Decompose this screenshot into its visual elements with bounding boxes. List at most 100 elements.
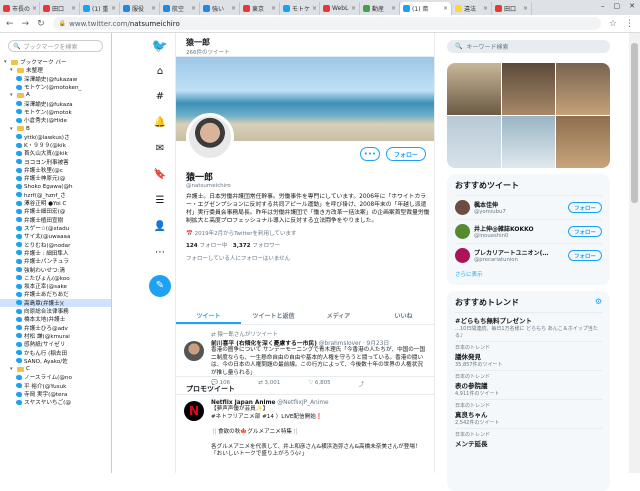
browser-tab[interactable]: (1) 重 × <box>80 2 120 15</box>
bookmark-item[interactable]: Shoko Egawa(@h <box>0 182 111 190</box>
tab-close-icon[interactable]: × <box>523 5 528 12</box>
bookmark-folder[interactable]: ▾ 未整理 <box>0 66 111 74</box>
twitter-search-input[interactable]: 🔍 キーワード検索 <box>447 40 610 53</box>
expand-icon[interactable]: ▾ <box>10 92 15 98</box>
bookmark-item[interactable]: 弁護士神原元(@ <box>0 174 111 182</box>
bookmark-item[interactable]: 弁護士細田宏(@ <box>0 207 111 215</box>
account-name[interactable]: 楓本佳伸 <box>474 200 564 209</box>
tab-media[interactable]: メディア <box>306 309 371 324</box>
bookmark-item[interactable]: 深澤諭史(@fukaza <box>0 99 111 108</box>
account-avatar[interactable] <box>455 200 470 215</box>
media-thumb[interactable] <box>556 116 610 168</box>
bookmarks-icon[interactable]: 🔖 <box>145 169 175 180</box>
bookmark-item[interactable]: 弁護士あだちあだ <box>0 290 111 298</box>
bookmark-item[interactable]: かもん行 (稲去田 <box>0 348 111 357</box>
profile-icon[interactable]: 👤 <box>145 221 175 232</box>
tab-close-icon[interactable]: × <box>483 5 488 12</box>
back-icon[interactable]: ← <box>6 19 14 29</box>
browser-tab[interactable]: 田口 × <box>40 2 80 15</box>
tab-close-icon[interactable]: × <box>151 5 156 12</box>
bookmark-folder[interactable]: ▾ C <box>0 365 111 373</box>
promoted-tweet[interactable]: N Netflix Japan Anime @NetflixJP_Anime 【… <box>176 397 434 459</box>
tab-close-icon[interactable]: × <box>32 5 37 12</box>
minimize-icon[interactable]: – <box>601 2 605 10</box>
bookmark-item[interactable]: 弁護士パンチュラ <box>0 257 111 265</box>
scrollbar-thumb[interactable] <box>631 43 638 203</box>
account-avatar[interactable] <box>455 248 470 263</box>
expand-icon[interactable]: ▾ <box>10 126 15 132</box>
compose-tweet-button[interactable]: ✎ <box>149 275 171 297</box>
bookmark-item[interactable]: こたびょん(@koo <box>0 274 111 282</box>
trend-item[interactable]: 日本のトレンド 表の参院議 4,911件のツイート <box>455 370 602 399</box>
bookmark-item[interactable]: スヤスヤいちご(@ <box>0 398 111 406</box>
bookmark-item[interactable]: 弁護士ひろ@adv <box>0 324 111 332</box>
bookmark-item[interactable]: 弁護士秋里(@c <box>0 166 111 174</box>
tab-close-icon[interactable]: × <box>111 5 116 12</box>
expand-icon[interactable]: ▾ <box>10 67 15 73</box>
browser-tab[interactable]: 航空 × <box>160 2 200 15</box>
browser-tab[interactable]: 違法 × <box>452 2 492 15</box>
media-thumb[interactable] <box>447 116 501 168</box>
follow-account-button[interactable]: フォロー <box>567 250 602 261</box>
followers-label[interactable]: フォロワー <box>252 243 280 249</box>
browser-tab[interactable]: (1) 斎 × <box>400 2 452 15</box>
bookmark-item[interactable]: 橋本太地(弁護士 <box>0 315 111 323</box>
notifications-icon[interactable]: 🔔 <box>145 117 175 128</box>
url-field[interactable]: 🔒 www.twitter.com/ natsumeichiro <box>52 17 601 30</box>
browser-tab[interactable]: モトケ × <box>280 2 320 15</box>
bookmark-item[interactable]: 坂本正幸(@sake <box>0 282 111 290</box>
bookmark-item[interactable]: モトケン(@motoken_ <box>0 83 111 91</box>
tab-close-icon[interactable]: × <box>191 5 196 12</box>
media-thumb[interactable] <box>501 63 556 115</box>
forward-icon[interactable]: → <box>22 19 30 29</box>
bookmark-folder[interactable]: ▾ A <box>0 91 111 99</box>
browser-tab[interactable]: 東京 × <box>240 2 280 15</box>
bookmark-item[interactable]: 澤谷正明 ●Yoi C <box>0 199 111 207</box>
tab-tweets[interactable]: ツイート <box>176 309 241 324</box>
trend-item[interactable]: 日本のトレンド 議休発見 35,857件のツイート <box>455 341 602 370</box>
bookmark-item[interactable]: 高島章(弁護士)( <box>0 298 111 307</box>
expand-icon[interactable]: ▾ <box>4 59 9 65</box>
maximize-icon[interactable]: ▢ <box>614 2 621 10</box>
bookmark-item[interactable]: 感熱紙(サイゼリ <box>0 340 111 348</box>
bookmark-item[interactable]: yttk(@lawkus)さ <box>0 133 111 141</box>
bookmark-item[interactable]: 弁護士 : 細田隼人 <box>0 249 111 257</box>
bookmark-item[interactable]: モトケン(@motok <box>0 108 111 116</box>
follow-account-button[interactable]: フォロー <box>567 226 602 237</box>
tab-close-icon[interactable]: × <box>443 5 448 12</box>
menu-icon[interactable]: ⋮ <box>625 19 634 29</box>
bookmark-item[interactable]: 寺岡 実宇(@tera <box>0 390 111 398</box>
trend-item[interactable]: #どらもち無料プレゼント …10日間連続、毎日1万名様に どらもち あんこ＆ホイッ… <box>455 312 602 341</box>
account-name[interactable]: 井上伸@雑誌KOKKO <box>474 224 564 233</box>
tab-close-icon[interactable]: × <box>391 5 396 12</box>
tab-close-icon[interactable]: × <box>312 5 317 12</box>
tab-close-icon[interactable]: × <box>71 5 76 12</box>
browser-tab[interactable]: 田口 × <box>492 2 532 15</box>
tab-tweets-replies[interactable]: ツイートと返信 <box>241 309 306 324</box>
bookmark-item[interactable]: hzrf(@_hznf_さ <box>0 191 111 199</box>
followers-count[interactable]: 3,372 <box>233 243 251 249</box>
profile-avatar[interactable] <box>186 113 234 161</box>
recommended-account[interactable]: 井上伸@雑誌KOKKO @inoueshin0 フォロー <box>455 219 602 243</box>
lists-icon[interactable]: ☰ <box>145 195 175 206</box>
recommended-account[interactable]: プレカリアートユニオン(… @precariatunion フォロー <box>455 243 602 267</box>
browser-tab[interactable]: 動産 × <box>360 2 400 15</box>
recommended-account[interactable]: 楓本佳伸 @yomiubu7 フォロー <box>455 195 602 219</box>
bookmark-item[interactable]: 村松 謙(@kmurai <box>0 332 111 340</box>
bookmark-item[interactable]: 弁護士植田宣樹 <box>0 216 111 224</box>
bookmark-folder[interactable]: ▾ ブックマーク バー <box>0 58 111 66</box>
browser-tab[interactable]: WebL × <box>320 2 360 15</box>
tab-close-icon[interactable]: × <box>351 5 356 12</box>
more-options-button[interactable]: ••• <box>359 147 380 161</box>
trend-item[interactable]: 日本のトレンド メンテ延長 <box>455 428 602 450</box>
follow-button[interactable]: フォロー <box>385 147 426 161</box>
bookmark-item[interactable]: スゲー☆(@stadu <box>0 224 111 232</box>
show-more-link[interactable]: さらに表示 <box>455 267 602 281</box>
follow-account-button[interactable]: フォロー <box>567 202 602 213</box>
tab-likes[interactable]: いいね <box>371 309 434 324</box>
media-thumb[interactable] <box>556 63 610 115</box>
media-thumb[interactable] <box>501 116 556 168</box>
tweet-avatar[interactable] <box>184 341 204 361</box>
bookmark-item[interactable]: 深澤諭史(@fukazaw <box>0 75 111 83</box>
bookmark-item[interactable]: 首久山大貫(@kik <box>0 149 111 157</box>
